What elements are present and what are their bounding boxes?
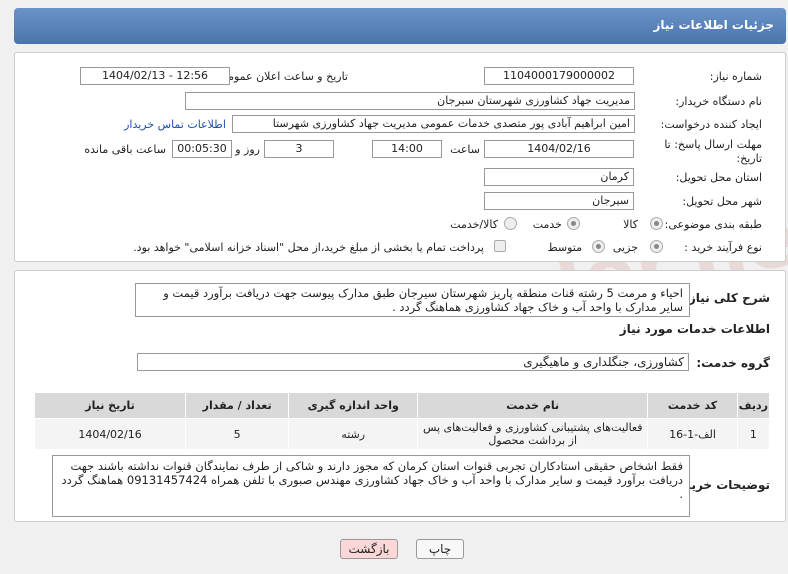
deadline-date-label: تاریخ:	[736, 152, 762, 165]
contact-info-link[interactable]: اطلاعات تماس خریدار	[124, 118, 226, 131]
purchase-type-label: نوع فرآیند خرید :	[684, 241, 762, 254]
province-label: استان محل تحویل:	[675, 171, 762, 184]
category-radio-both[interactable]	[504, 217, 517, 230]
services-table: ردیف کد خدمت نام خدمت واحد اندازه گیری ت…	[33, 392, 771, 450]
buyer-org-field[interactable]: مدیریت جهاد کشاورزی شهرستان سیرجان	[185, 92, 635, 110]
purchase-option-minor: جزیی	[612, 241, 638, 254]
cell-row-number: 1	[736, 418, 771, 450]
category-option-both: کالا/خدمت	[450, 218, 498, 231]
page-title: جزئیات اطلاعات نیاز	[653, 18, 774, 32]
city-field[interactable]: سیرجان	[484, 192, 634, 210]
cell-need-date: 1404/02/16	[33, 418, 187, 450]
need-number-label: شماره نیاز:	[709, 70, 762, 83]
announce-label: تاریخ و ساعت اعلان عمومی:	[215, 70, 348, 83]
purchase-radio-minor[interactable]	[650, 240, 663, 253]
back-button[interactable]: بازگشت	[340, 539, 398, 559]
category-radio-service[interactable]	[567, 217, 580, 230]
purchase-option-medium: متوسط	[547, 241, 582, 254]
cell-service-code: الف-1-16	[647, 418, 738, 450]
description-label: شرح کلی نیاز:	[684, 291, 770, 305]
announce-datetime-field[interactable]: 1404/02/13 - 12:56	[80, 67, 230, 85]
cell-quantity: 5	[185, 418, 290, 450]
payment-note: پرداخت تمام یا بخشی از مبلغ خرید،از محل …	[133, 241, 484, 254]
days-label: روز و	[235, 143, 260, 156]
remaining-time-field[interactable]: 00:05:30	[172, 140, 232, 158]
category-radio-goods[interactable]	[650, 217, 663, 230]
service-group-label: گروه خدمت:	[696, 356, 770, 370]
category-option-goods: کالا	[623, 218, 638, 231]
description-textarea[interactable]: احیاء و مرمت 5 رشته قنات منطقه پاریز شهر…	[135, 283, 690, 317]
services-section-title: اطلاعات خدمات مورد نیاز	[619, 322, 770, 336]
province-field[interactable]: کرمان	[484, 168, 634, 186]
creator-label: ایجاد کننده درخواست:	[660, 118, 762, 131]
buyer-notes-textarea[interactable]: فقط اشخاص حقیقی استادکاران تجربی قنوات ا…	[52, 455, 690, 517]
purchase-radio-medium[interactable]	[592, 240, 605, 253]
deadline-date-field[interactable]: 1404/02/16	[484, 140, 634, 158]
category-label: طبقه بندی موضوعی:	[664, 218, 762, 231]
remaining-label: ساعت باقی مانده	[84, 143, 166, 156]
deadline-label: مهلت ارسال پاسخ: تا	[664, 138, 762, 151]
services-table-header: ردیف کد خدمت نام خدمت واحد اندازه گیری ت…	[33, 392, 771, 419]
col-service-name: نام خدمت	[417, 392, 649, 419]
cell-service-name: فعالیت‌های پشتیبانی کشاورزی و فعالیت‌های…	[417, 418, 649, 450]
city-label: شهر محل تحویل:	[682, 195, 762, 208]
category-option-service: خدمت	[532, 218, 562, 231]
need-number-field[interactable]: 1104000179000002	[484, 67, 634, 85]
treasury-checkbox[interactable]	[494, 240, 506, 252]
cell-unit: رشته	[288, 418, 419, 450]
page-header: جزئیات اطلاعات نیاز	[14, 8, 786, 44]
print-button[interactable]: چاپ	[416, 539, 464, 559]
table-row: 1 الف-1-16 فعالیت‌های پشتیبانی کشاورزی و…	[33, 418, 771, 450]
creator-field[interactable]: امین ابراهیم آبادی پور متصدی خدمات عمومی…	[232, 115, 635, 133]
days-field[interactable]: 3	[264, 140, 334, 158]
col-unit: واحد اندازه گیری	[288, 392, 419, 419]
col-need-date: تاریخ نیاز	[33, 392, 187, 419]
col-service-code: کد خدمت	[647, 392, 738, 419]
deadline-time-label: ساعت	[450, 143, 480, 156]
service-group-field[interactable]: کشاورزی، جنگلداری و ماهیگیری	[137, 353, 689, 371]
col-row-number: ردیف	[736, 392, 771, 419]
col-quantity: تعداد / مقدار	[185, 392, 290, 419]
buyer-org-label: نام دستگاه خریدار:	[675, 95, 762, 108]
deadline-time-field[interactable]: 14:00	[372, 140, 442, 158]
